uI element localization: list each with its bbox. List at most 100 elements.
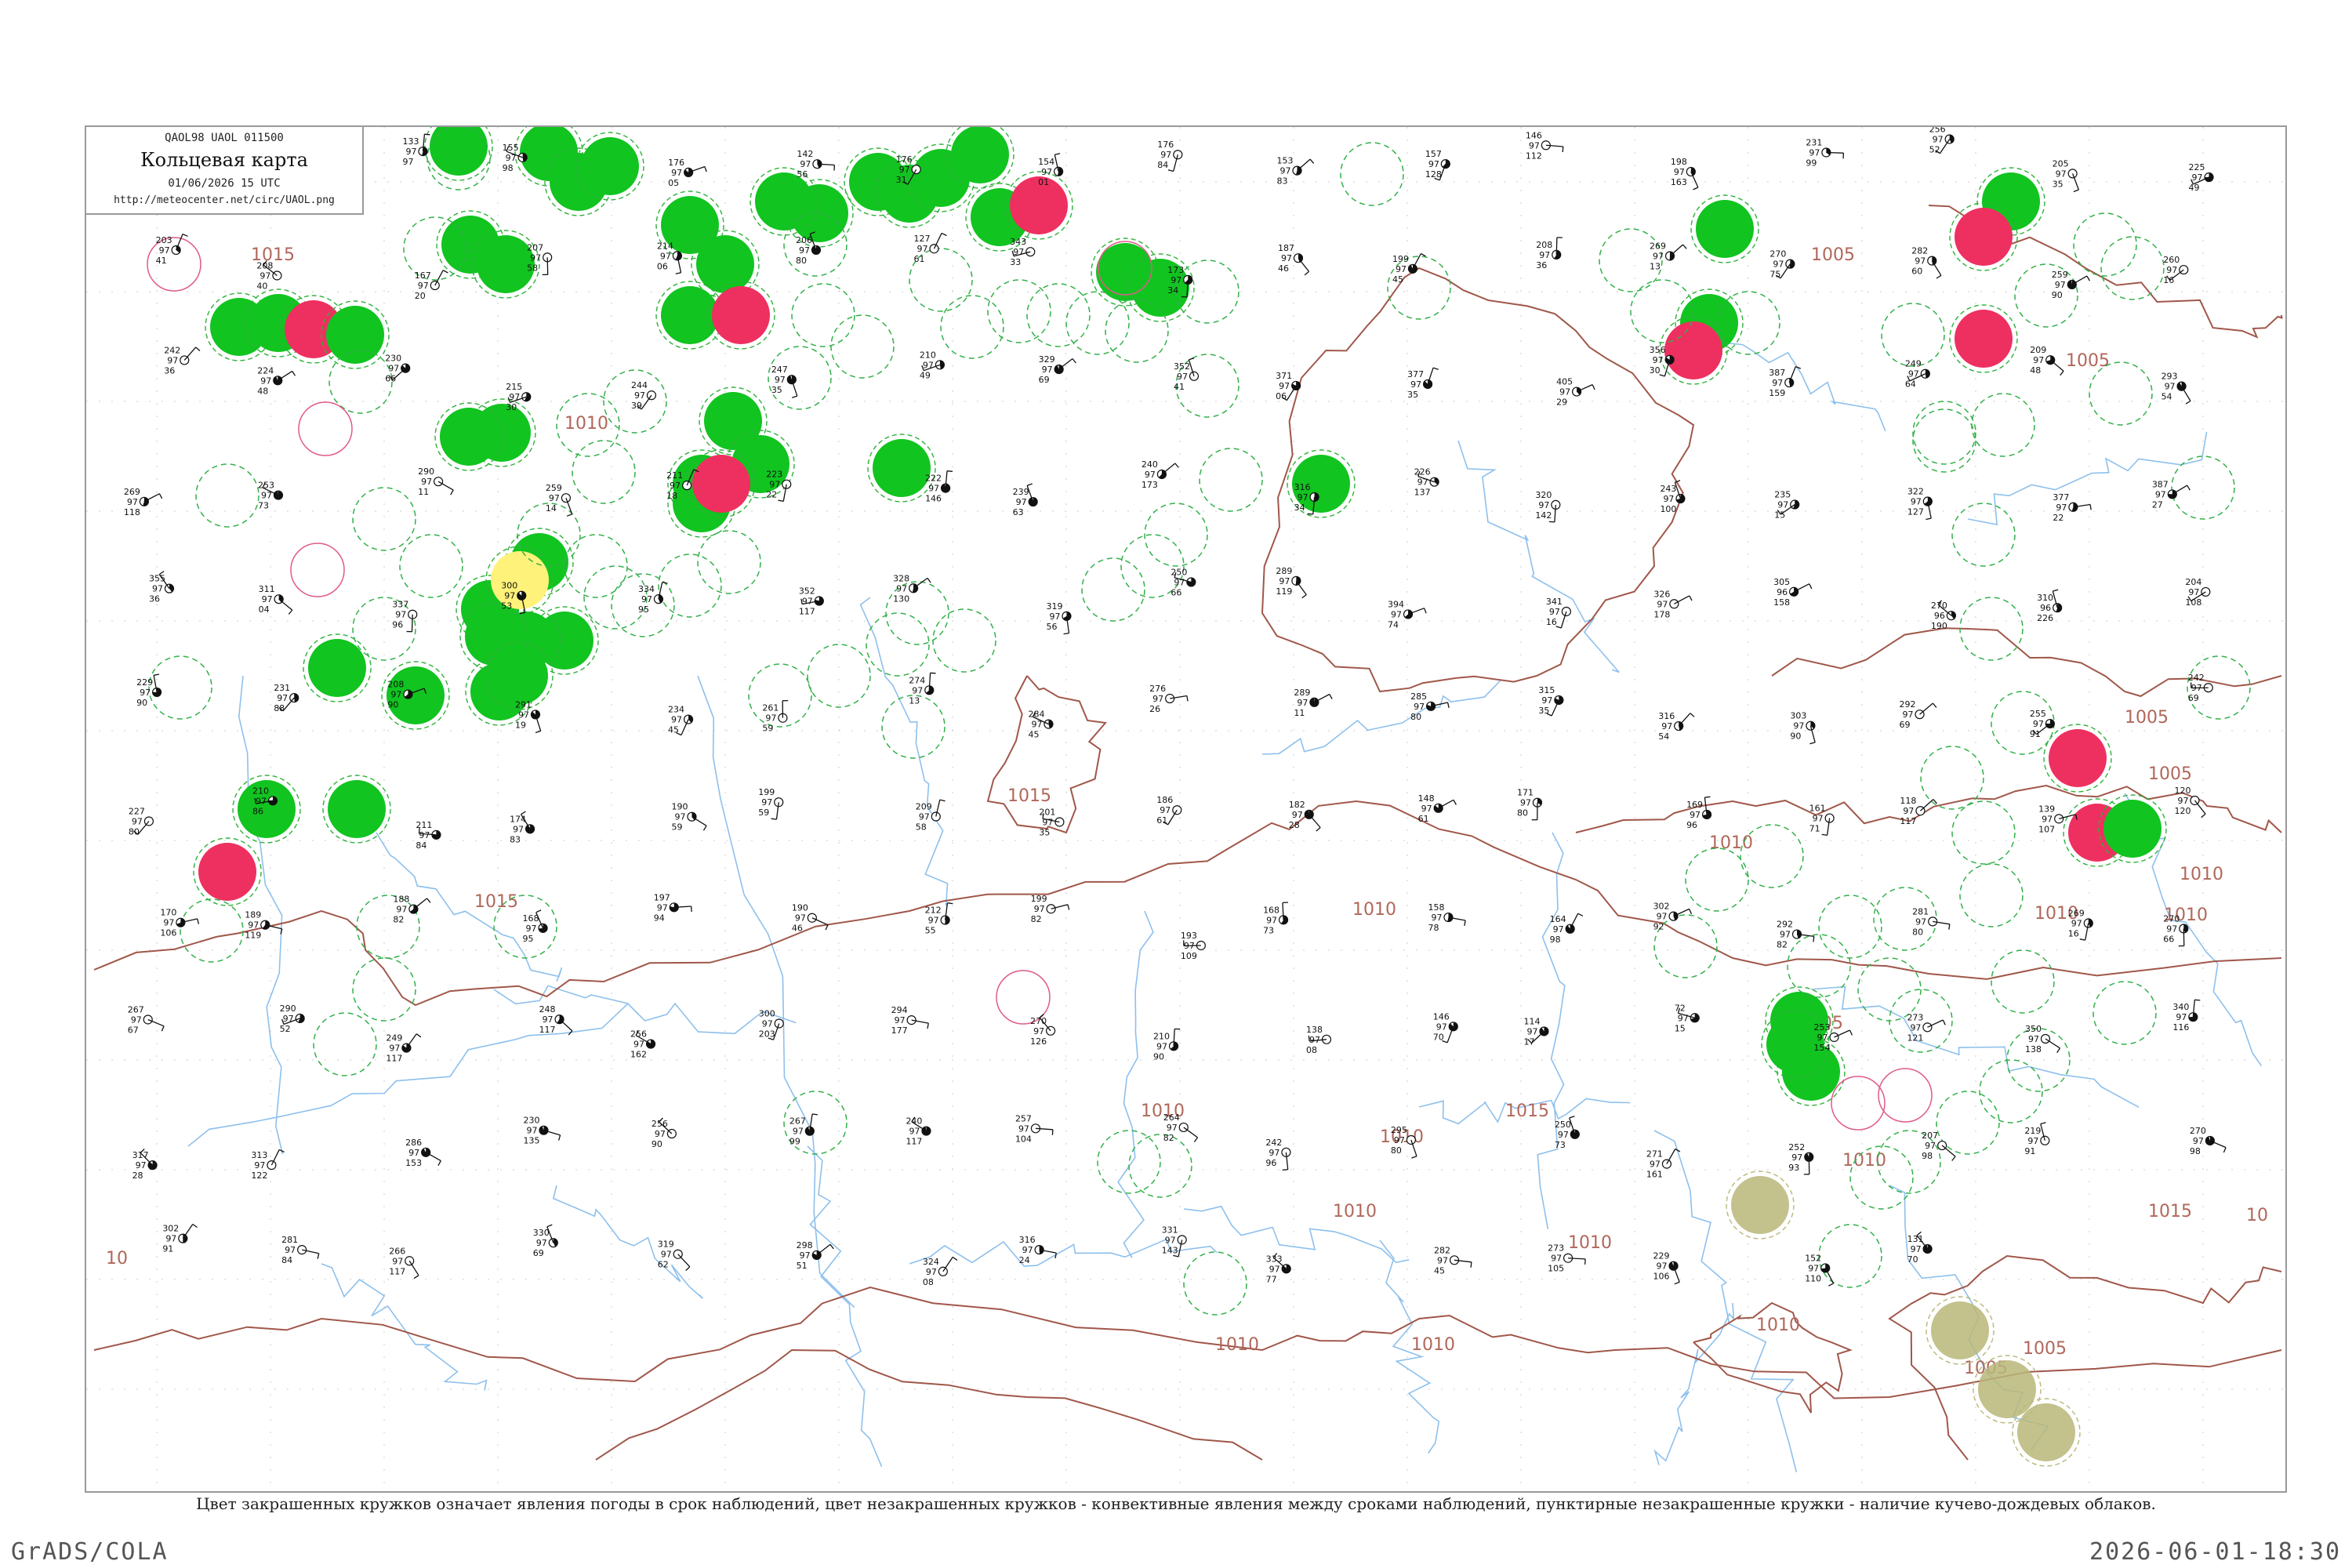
station-plot[interactable]: 2619759 xyxy=(762,700,789,734)
station-plot[interactable]: 2899711 xyxy=(1294,688,1333,718)
station-plot[interactable]: 2109790 xyxy=(1153,1028,1181,1062)
station-plot[interactable]: 2129755 xyxy=(925,902,953,936)
rain-circle[interactable] xyxy=(581,137,639,195)
station-plot[interactable]: 30097203 xyxy=(759,1008,784,1040)
station-plot[interactable]: 3439733 xyxy=(1010,237,1036,267)
station-plot[interactable]: 729715 xyxy=(1675,1003,1700,1033)
station-plot[interactable]: 1649798 xyxy=(1550,913,1584,945)
station-plot[interactable]: 2929782 xyxy=(1777,920,1815,950)
thunder-circle[interactable] xyxy=(1664,321,1722,379)
station-plot[interactable]: 1539783 xyxy=(1277,156,1315,187)
station-plot[interactable]: 27097126 xyxy=(1030,1014,1056,1047)
station-plot[interactable]: 1589778 xyxy=(1428,902,1466,933)
station-plot[interactable]: 2819784 xyxy=(281,1235,320,1265)
station-plot[interactable]: 2399763 xyxy=(1013,483,1038,517)
station-plot[interactable]: 2769726 xyxy=(1149,684,1189,714)
station-plot[interactable]: 1429756 xyxy=(797,149,836,180)
station-plot[interactable]: 2699713 xyxy=(1650,241,1687,271)
station-plot[interactable]: 3779735 xyxy=(1407,367,1439,400)
station-plot[interactable]: 28997119 xyxy=(1276,566,1307,599)
station-plot[interactable]: 20497108 xyxy=(2185,577,2211,608)
station-plot[interactable]: 26697117 xyxy=(389,1246,419,1279)
station-plot[interactable]: 1879746 xyxy=(1278,243,1310,276)
station-plot[interactable]: 32297127 xyxy=(1907,487,1933,521)
station-plot[interactable]: 19897163 xyxy=(1671,157,1699,191)
station-plot[interactable]: 35297117 xyxy=(799,586,824,617)
station-plot[interactable]: 2569790 xyxy=(652,1117,677,1149)
station-plot[interactable]: 2749713 xyxy=(909,672,936,706)
station-plot[interactable]: 1999759 xyxy=(758,787,784,820)
station-plot[interactable]: 2829760 xyxy=(1911,246,1942,279)
station-plot[interactable]: 3199756 xyxy=(1046,601,1072,635)
station-plot[interactable]: 1869761 xyxy=(1156,795,1182,826)
station-plot[interactable]: 2319788 xyxy=(274,683,299,713)
station-plot[interactable]: 1769705 xyxy=(668,158,707,188)
station-plot[interactable]: 2199791 xyxy=(2024,1122,2050,1156)
dust-circle[interactable] xyxy=(2017,1403,2075,1461)
station-plot[interactable]: 3349795 xyxy=(638,581,668,615)
station-plot[interactable]: 2479735 xyxy=(771,365,798,398)
dust-circle[interactable] xyxy=(1978,1360,2036,1418)
station-plot[interactable]: 3779722 xyxy=(2053,492,2092,523)
station-plot[interactable]: 2359715 xyxy=(1774,490,1800,521)
thunder-circle[interactable] xyxy=(712,286,770,344)
thunder-circle[interactable] xyxy=(692,455,750,513)
station-plot[interactable]: 2309766 xyxy=(385,354,411,384)
station-plot[interactable]: 2709775 xyxy=(1769,249,1795,280)
station-plot[interactable]: 2509773 xyxy=(1555,1116,1580,1150)
station-plot[interactable]: 2609716 xyxy=(2163,255,2189,285)
station-plot[interactable]: 1319770 xyxy=(1907,1231,1933,1265)
thunder-circle[interactable] xyxy=(198,843,256,901)
rain-circle[interactable] xyxy=(2103,800,2161,858)
station-plot[interactable]: 1719780 xyxy=(1517,788,1543,821)
station-plot[interactable]: 22997106 xyxy=(1653,1251,1680,1285)
station-plot[interactable]: 2319799 xyxy=(1806,137,1845,168)
station-plot[interactable]: 2849745 xyxy=(1028,710,1054,740)
station-plot[interactable]: 1889782 xyxy=(393,895,431,925)
station-plot[interactable]: 3029792 xyxy=(1653,902,1693,932)
station-plot[interactable]: 15297110 xyxy=(1805,1253,1835,1287)
station-plot[interactable]: 2909752 xyxy=(280,1004,305,1034)
station-plot[interactable]: 2159730 xyxy=(506,382,532,412)
station-plot[interactable]: 2939754 xyxy=(2161,372,2191,405)
station-plot[interactable]: 3169724 xyxy=(1019,1235,1057,1265)
station-plot[interactable]: 1489761 xyxy=(1418,793,1457,824)
station-plot[interactable]: 4059729 xyxy=(1556,377,1595,408)
station-plot[interactable]: 2429796 xyxy=(1265,1138,1291,1171)
station-plot[interactable]: 27397121 xyxy=(1907,1012,1946,1043)
station-plot[interactable]: 2599714 xyxy=(546,483,573,517)
station-plot[interactable]: 24897117 xyxy=(539,1004,573,1036)
station-plot[interactable]: 2709798 xyxy=(2190,1126,2227,1156)
rain-circle[interactable] xyxy=(326,306,384,364)
thunder-circle[interactable] xyxy=(1955,310,2013,368)
station-plot[interactable]: 3179728 xyxy=(132,1149,158,1181)
station-plot[interactable]: 2089736 xyxy=(1536,237,1563,270)
station-plot[interactable]: 25797104 xyxy=(1015,1113,1054,1144)
station-plot[interactable]: 2509766 xyxy=(1171,567,1196,597)
station-plot[interactable]: 1679720 xyxy=(415,270,448,301)
station-plot[interactable]: 2989751 xyxy=(797,1240,834,1271)
station-plot[interactable]: 24397100 xyxy=(1660,480,1686,514)
station-plot[interactable]: 2099748 xyxy=(2030,345,2064,376)
station-plot[interactable]: 3879727 xyxy=(2152,479,2190,510)
haze-circle[interactable] xyxy=(491,551,549,609)
station-plot[interactable]: 3559736 xyxy=(149,571,175,604)
station-plot[interactable]: 1689773 xyxy=(1263,902,1289,935)
station-plot[interactable]: 2019735 xyxy=(1039,807,1065,837)
rain-circle[interactable] xyxy=(328,780,386,838)
station-plot[interactable]: 2829745 xyxy=(1434,1245,1472,1276)
station-plot[interactable]: 2059735 xyxy=(2053,158,2080,193)
station-plot[interactable]: 3119704 xyxy=(259,584,293,615)
station-plot[interactable]: 22297146 xyxy=(925,470,953,504)
rain-circle[interactable] xyxy=(477,235,535,293)
station-plot[interactable]: 3159735 xyxy=(1538,685,1564,717)
rain-circle[interactable] xyxy=(490,647,548,705)
station-plot[interactable]: 2119784 xyxy=(416,820,441,851)
station-plot[interactable]: 3379796 xyxy=(392,600,418,633)
dust-circle[interactable] xyxy=(1931,1301,1989,1359)
station-plot[interactable]: 28697153 xyxy=(405,1138,441,1168)
station-plot[interactable]: 2539773 xyxy=(258,481,284,511)
station-plot[interactable]: 29497177 xyxy=(891,1005,929,1036)
rain-circle[interactable] xyxy=(951,127,1009,183)
rain-circle[interactable] xyxy=(308,639,366,697)
